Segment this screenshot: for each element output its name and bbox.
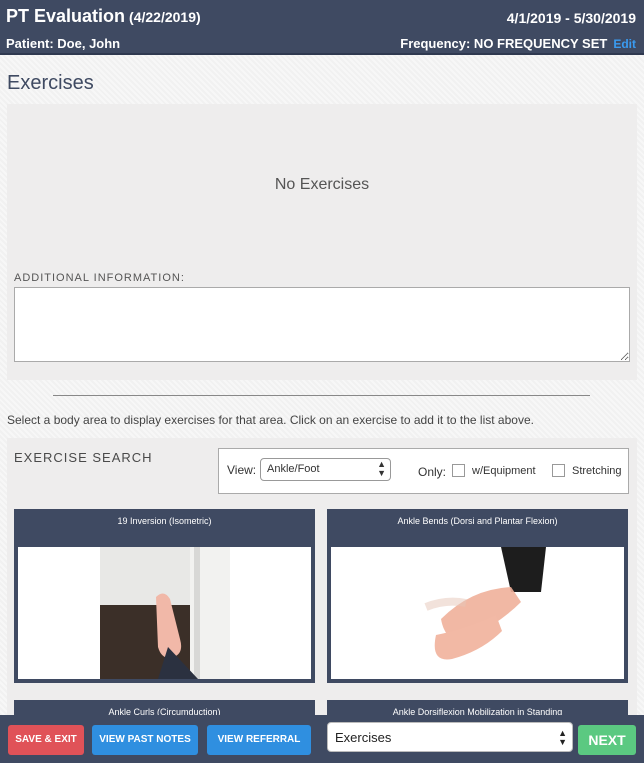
edit-frequency-link[interactable]: Edit: [613, 37, 636, 51]
equipment-checkbox[interactable]: [452, 464, 465, 477]
only-label: Only:: [418, 465, 447, 479]
page-title-text: PT Evaluation: [6, 6, 126, 26]
section-select-value: Exercises: [335, 730, 392, 745]
exercise-card[interactable]: 19 Inversion (Isometric): [14, 509, 315, 683]
no-exercises-message: No Exercises: [274, 176, 370, 193]
page-title: PT Evaluation (4/22/2019): [6, 6, 201, 27]
date-range: 4/1/2019 - 5/30/2019: [506, 10, 636, 26]
save-exit-button[interactable]: SAVE & EXIT: [8, 725, 84, 755]
patient-name: Patient: Doe, John: [6, 36, 121, 51]
stretching-label: Stretching: [572, 465, 622, 477]
instruction-text: Select a body area to display exercises …: [7, 413, 534, 427]
exercise-card-title: Ankle Bends (Dorsi and Plantar Flexion): [397, 516, 558, 526]
filter-box: View: Ankle/Foot ▲ ▼ Only: w/Equipment St…: [218, 448, 629, 494]
next-button[interactable]: NEXT: [578, 725, 636, 755]
view-past-notes-button[interactable]: VIEW PAST NOTES: [92, 725, 198, 755]
frequency-text: Frequency: NO FREQUENCY SET: [400, 36, 608, 51]
stretching-checkbox[interactable]: [552, 464, 565, 477]
exercise-card[interactable]: Ankle Bends (Dorsi and Plantar Flexion): [327, 509, 628, 683]
inversion-exercise-image: [100, 547, 230, 679]
exercises-heading: Exercises: [7, 72, 94, 94]
view-label: View:: [227, 463, 257, 477]
exercise-search-title: EXERCISE SEARCH: [14, 450, 153, 465]
selected-exercises-panel: No Exercises ADDITIONAL INFORMATION:: [7, 104, 637, 380]
exercise-image: [18, 547, 311, 679]
divider: [53, 395, 590, 396]
additional-information-label: ADDITIONAL INFORMATION:: [14, 272, 185, 284]
additional-information-field[interactable]: [14, 287, 630, 362]
equipment-label: w/Equipment: [472, 465, 536, 477]
exercise-card-title: 19 Inversion (Isometric): [117, 516, 212, 526]
section-select[interactable]: Exercises ▲ ▼: [327, 722, 573, 752]
select-arrows-icon: ▲ ▼: [377, 459, 386, 478]
view-referral-button[interactable]: VIEW REFERRAL: [207, 725, 311, 755]
exercise-image: [331, 547, 624, 679]
evaluation-date: (4/22/2019): [129, 9, 201, 25]
select-arrows-icon: ▲ ▼: [558, 728, 567, 747]
header-bar: PT Evaluation (4/22/2019) 4/1/2019 - 5/30…: [0, 0, 644, 55]
ankle-bends-exercise-image: [424, 547, 546, 660]
frequency-info: Frequency: NO FREQUENCY SET Edit: [400, 36, 636, 51]
body-area-value: Ankle/Foot: [267, 463, 320, 475]
body-area-select[interactable]: Ankle/Foot ▲ ▼: [260, 458, 391, 481]
